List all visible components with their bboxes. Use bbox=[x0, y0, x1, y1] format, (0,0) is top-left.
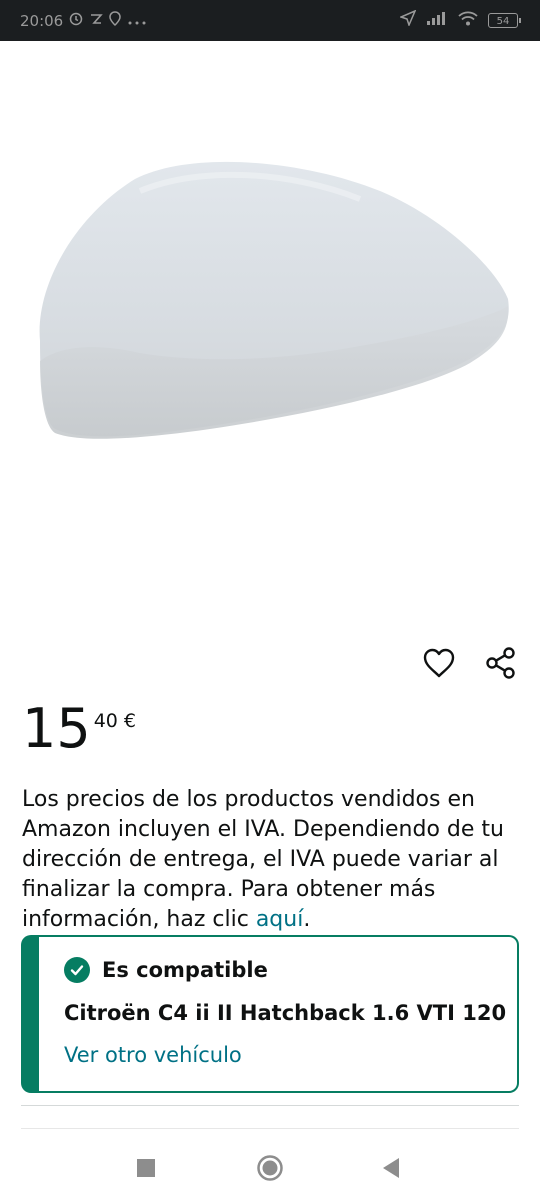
compatibility-card: Es compatible Citroën C4 ii II Hatchback… bbox=[21, 935, 519, 1093]
signal-icon bbox=[426, 11, 448, 29]
back-triangle-icon[interactable] bbox=[376, 1153, 406, 1183]
navigation-arrow-icon bbox=[398, 9, 417, 30]
compatible-vehicle: Citroën C4 ii II Hatchback 1.6 VTI 120 bbox=[64, 1001, 507, 1025]
status-left: 20:06 bbox=[20, 11, 147, 30]
check-circle-icon bbox=[64, 957, 90, 983]
battery-icon: 54 bbox=[488, 12, 521, 28]
vat-note: Los precios de los productos vendidos en… bbox=[22, 785, 512, 935]
status-bar: 20:06 54 bbox=[0, 0, 540, 41]
vat-info-link[interactable]: aquí bbox=[256, 907, 304, 932]
product-image[interactable] bbox=[0, 41, 540, 641]
price-whole: 15 bbox=[22, 697, 91, 760]
share-icon[interactable] bbox=[484, 646, 518, 680]
vat-note-end: . bbox=[303, 907, 311, 932]
product-actions bbox=[422, 646, 518, 680]
price-fraction: 40 bbox=[93, 710, 118, 732]
heart-icon[interactable] bbox=[422, 646, 456, 680]
home-circle-icon[interactable] bbox=[255, 1153, 285, 1183]
divider bbox=[21, 1128, 519, 1129]
alarm-icon bbox=[69, 12, 83, 30]
price-currency: € bbox=[123, 710, 136, 732]
mirror-cover-image bbox=[39, 161, 509, 439]
divider bbox=[21, 1105, 519, 1106]
location-icon bbox=[109, 11, 121, 30]
price: 15 40 € bbox=[22, 702, 136, 756]
more-dots-icon bbox=[127, 12, 147, 30]
change-vehicle-link[interactable]: Ver otro vehículo bbox=[64, 1043, 242, 1067]
compatibility-header: Es compatible bbox=[64, 957, 268, 983]
status-time: 20:06 bbox=[20, 11, 64, 30]
system-nav-bar bbox=[0, 1135, 540, 1200]
recents-square-icon[interactable] bbox=[131, 1153, 161, 1183]
sync-icon bbox=[89, 12, 103, 30]
compatibility-title: Es compatible bbox=[102, 958, 268, 982]
status-right: 54 bbox=[398, 9, 521, 30]
wifi-icon bbox=[458, 11, 478, 30]
